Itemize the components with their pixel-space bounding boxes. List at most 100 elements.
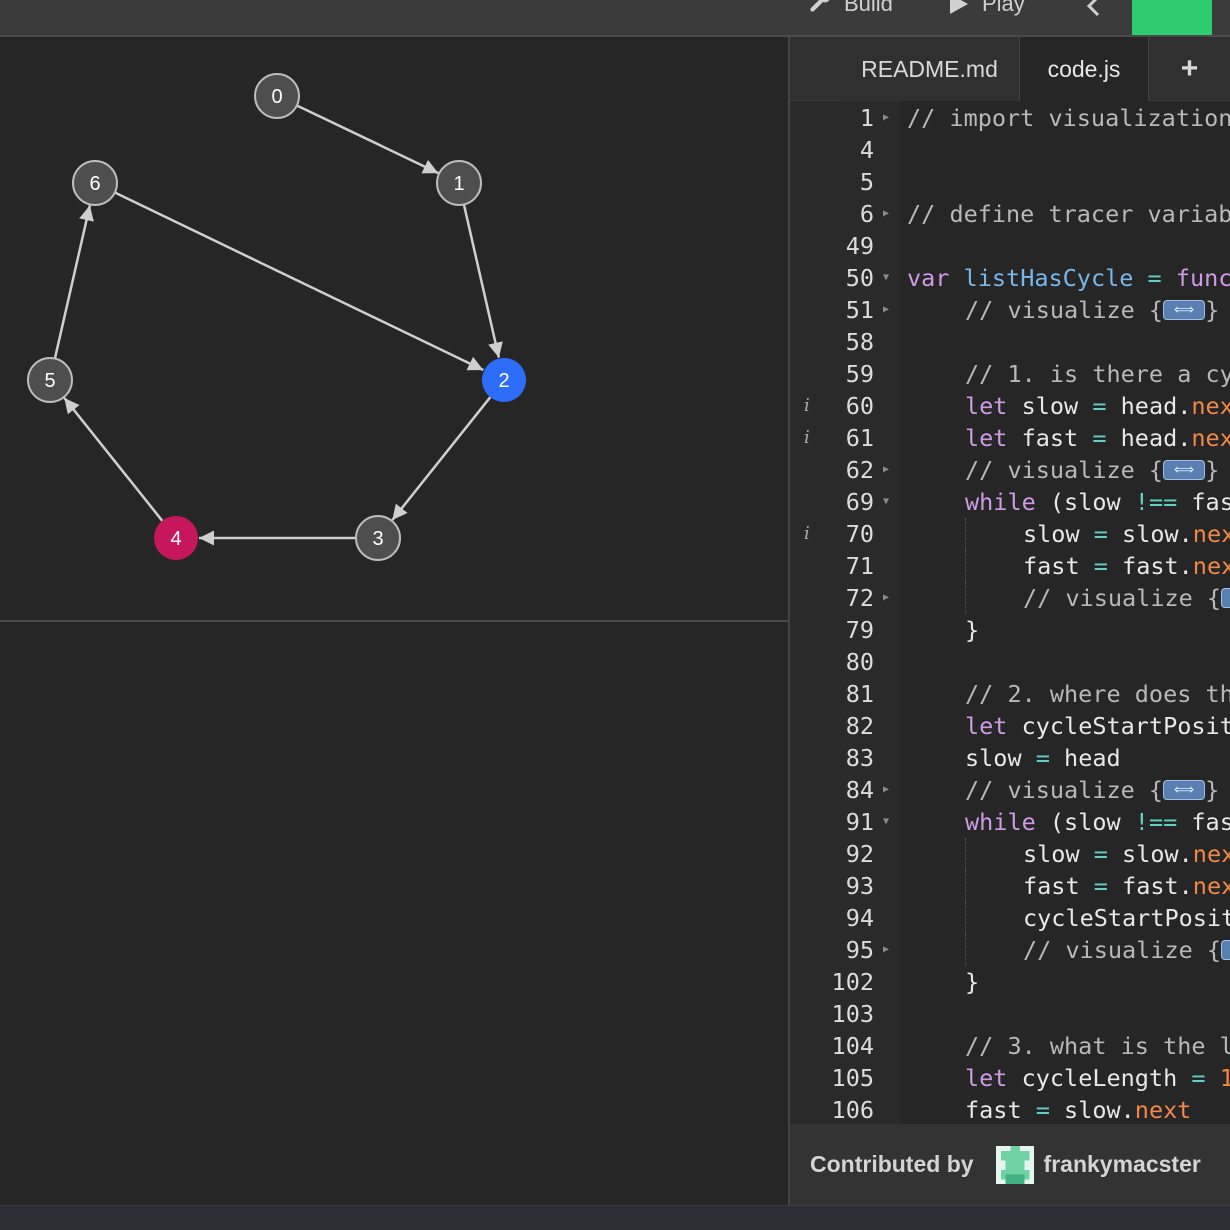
fold-closed-icon[interactable]: ▶ [883, 102, 889, 134]
code-line[interactable]: 80 [790, 646, 1230, 678]
code-line[interactable]: 105 let cycleLength = 1 [790, 1062, 1230, 1094]
fold-closed-icon[interactable]: ▶ [883, 582, 889, 614]
graph-edge-6-2 [114, 191, 484, 372]
indent-guide [965, 518, 966, 550]
code-line[interactable]: 51 ▶ // visualize {⟺} [790, 294, 1230, 326]
code-token: slow [1007, 392, 1093, 420]
step-back-button[interactable] [1084, 0, 1104, 24]
fold-open-icon[interactable]: ▼ [883, 486, 889, 518]
graph-node-0[interactable]: 0 [254, 73, 300, 119]
code-line[interactable]: 91 ▼ while (slow !== fast [790, 806, 1230, 838]
code-line[interactable]: 4 [790, 134, 1230, 166]
build-button[interactable]: Build [808, 0, 893, 22]
code-line[interactable]: 102} [790, 966, 1230, 998]
code-line[interactable]: 103 [790, 998, 1230, 1030]
step-forward-button[interactable] [1132, 0, 1212, 35]
info-icon[interactable]: i [804, 390, 810, 422]
code-token: // 1. is there a cycle? [965, 360, 1230, 388]
graph-node-label: 6 [89, 173, 100, 195]
code-line[interactable]: 50 ▼ var listHasCycle = function [790, 262, 1230, 294]
fold-closed-icon[interactable]: ▶ [883, 294, 889, 326]
code-text: while (slow !== fast [965, 806, 1230, 838]
graph-node-6[interactable]: 6 [72, 160, 118, 206]
code-token: fast [965, 1096, 1036, 1124]
code-text: // 2. where does the cycle start? [965, 678, 1230, 710]
folded-code-widget[interactable]: ⟺ [1221, 587, 1230, 608]
tab-code-js[interactable]: code.js [1020, 37, 1148, 101]
graph-edge-5-6 [53, 205, 94, 359]
fold-closed-icon[interactable]: ▶ [883, 934, 889, 966]
code-line[interactable]: 104 // 3. what is the length of the cycle… [790, 1030, 1230, 1062]
graph-node-3[interactable]: 3 [355, 515, 401, 561]
graph-canvas: 0 1 2 3 4 5 6 [27, 73, 526, 561]
folded-code-widget[interactable]: ⟺ [1163, 299, 1206, 320]
code-line[interactable]: 94 cycleStartPosition [790, 902, 1230, 934]
info-icon[interactable]: i [804, 422, 810, 454]
code-token: while [965, 488, 1036, 516]
indent-guide [965, 550, 966, 582]
code-line[interactable]: 92 slow = slow.next [790, 838, 1230, 870]
fold-closed-icon[interactable]: ▶ [883, 774, 889, 806]
play-button[interactable]: Play [946, 0, 1025, 22]
code-line[interactable]: 82 let cycleStartPosition [790, 710, 1230, 742]
graph-node-2[interactable]: 2 [482, 358, 526, 402]
code-text: // 1. is there a cycle? [965, 358, 1230, 390]
fold-closed-icon[interactable]: ▶ [883, 198, 889, 230]
fold-open-icon[interactable]: ▼ [883, 262, 889, 294]
code-line[interactable]: 6 ▶ // define tracer variables [790, 198, 1230, 230]
code-line[interactable]: 93 fast = fast.next [790, 870, 1230, 902]
graph-node-1[interactable]: 1 [436, 160, 482, 206]
graph-node-label: 3 [372, 528, 383, 550]
graph-node-5[interactable]: 5 [27, 357, 73, 403]
folded-code-widget[interactable]: ⟺ [1163, 779, 1206, 800]
code-text: } [965, 966, 979, 998]
add-tab-button[interactable]: + [1148, 37, 1230, 101]
fold-closed-icon[interactable]: ▶ [883, 454, 889, 486]
code-line[interactable]: 69 ▼ while (slow !== fast [790, 486, 1230, 518]
code-line[interactable]: 79} [790, 614, 1230, 646]
code-line[interactable]: 62 ▶ // visualize {⟺} [790, 454, 1230, 486]
code-text: fast = fast.next [1023, 550, 1230, 582]
fold-open-icon[interactable]: ▼ [883, 806, 889, 838]
code-line[interactable]: i 61 let fast = head.next [790, 422, 1230, 454]
graph-node-label: 5 [44, 370, 55, 392]
code-line[interactable]: 1 ▶ // import visualization libraries [790, 102, 1230, 134]
line-number: 95 [845, 936, 874, 964]
folded-code-widget[interactable]: ⟺ [1163, 459, 1206, 480]
code-token: slow. [1049, 1096, 1135, 1124]
code-line[interactable]: 106 fast = slow.next [790, 1094, 1230, 1124]
code-line[interactable]: 84 ▶ // visualize {⟺} [790, 774, 1230, 806]
code-token: let [965, 1064, 1008, 1092]
graph-edge-2-3 [391, 396, 492, 521]
avatar[interactable] [995, 1145, 1034, 1184]
code-token: = [1093, 840, 1108, 868]
line-number: 94 [845, 904, 874, 932]
contributed-by-label: Contributed by [810, 1151, 974, 1177]
code-line[interactable]: 72 ▶ // visualize {⟺ [790, 582, 1230, 614]
code-line[interactable]: 58 [790, 326, 1230, 358]
code-line[interactable]: 81 // 2. where does the cycle start? [790, 678, 1230, 710]
line-number: 1 [859, 104, 874, 132]
code-line[interactable]: 71 fast = fast.next [790, 550, 1230, 582]
code-token: = [1092, 392, 1107, 420]
code-token: // visualize { [965, 776, 1164, 804]
contributors-bar: Contributed by frankymacster [790, 1124, 1230, 1205]
code-line[interactable]: 59 // 1. is there a cycle? [790, 358, 1230, 390]
code-line[interactable]: 5 [790, 166, 1230, 198]
code-token: let [965, 392, 1008, 420]
folded-code-widget[interactable]: ⟺ [1221, 939, 1230, 960]
info-icon[interactable]: i [804, 518, 810, 550]
code-line[interactable]: i 70 slow = slow.next [790, 518, 1230, 550]
graph-node-4[interactable]: 4 [154, 516, 198, 560]
contributor-name[interactable]: frankymacster [1044, 1151, 1201, 1178]
chevron-left-icon [1086, 0, 1100, 17]
line-number: 5 [859, 168, 874, 196]
code-line[interactable]: 49 [790, 230, 1230, 262]
code-line[interactable]: 83 slow = head [790, 742, 1230, 774]
code-line[interactable]: i 60 let slow = head.next [790, 390, 1230, 422]
code-line[interactable]: 95 ▶ // visualize {⟺ [790, 934, 1230, 966]
code-editor[interactable]: 1 ▶ // import visualization libraries 4 5 6 ▶ /… [790, 101, 1230, 1124]
code-token: next [1134, 1096, 1192, 1124]
code-token: head. [1106, 392, 1192, 420]
tab-readme[interactable]: README.md [840, 37, 1020, 101]
